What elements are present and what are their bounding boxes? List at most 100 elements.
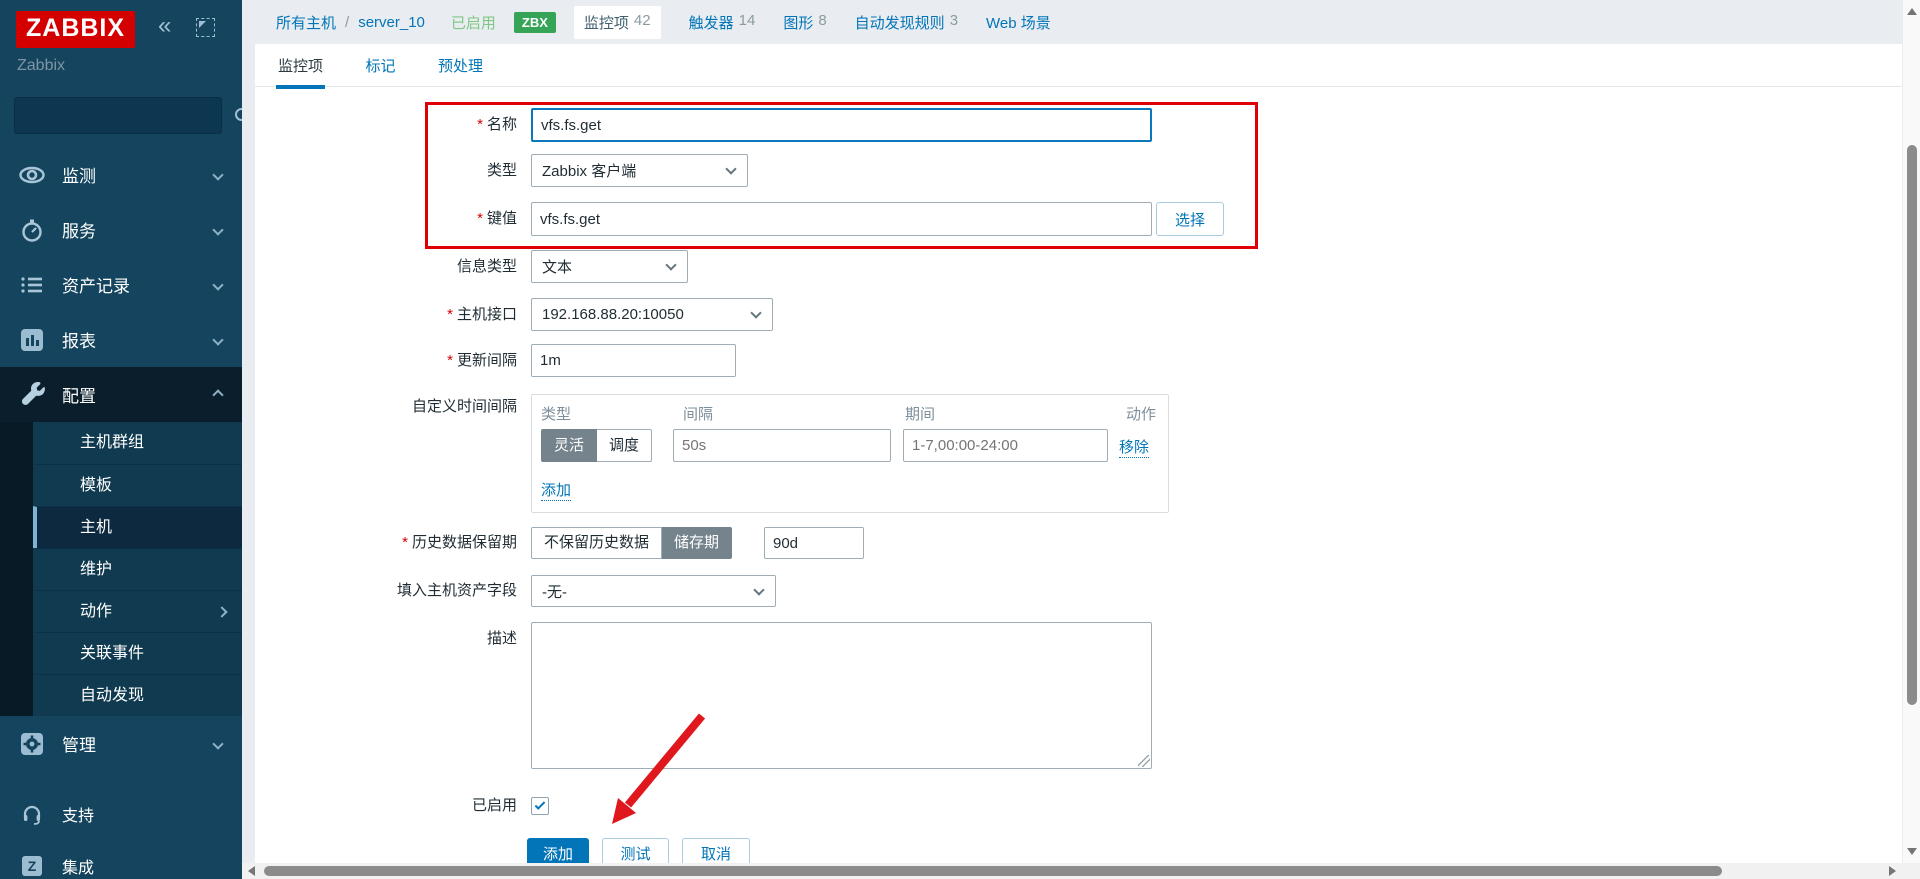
toggle-flexible[interactable]: 灵活 (541, 429, 597, 462)
sidebar-item-support[interactable]: 支持 (0, 788, 242, 840)
sidebar-item-administration[interactable]: 管理 (0, 716, 242, 771)
sidebar-item-actions[interactable]: 动作 (33, 590, 242, 632)
required-asterisk: * (447, 352, 453, 369)
submenu-item-label: 动作 (80, 592, 112, 632)
item-form-panel: 监控项 标记 预处理 *名称 类型 Zabbix 客户端 *键值 选择 信息类型 (255, 44, 1902, 863)
sidebar-item-discovery[interactable]: 自动发现 (33, 674, 242, 716)
chevron-down-icon (212, 224, 223, 235)
sidebar-item-event-correlation[interactable]: 关联事件 (33, 632, 242, 674)
sidebar-search[interactable] (14, 97, 222, 134)
submenu-item-label: 关联事件 (80, 634, 144, 674)
description-textarea[interactable] (531, 622, 1152, 769)
sidebar-item-maintenance[interactable]: 维护 (33, 548, 242, 590)
type-select[interactable]: Zabbix 客户端 (531, 154, 748, 187)
tab-tags[interactable]: 标记 (363, 44, 397, 89)
submenu-item-label: 主机群组 (80, 423, 144, 463)
nav-graphs[interactable]: 图形 8 (783, 12, 826, 33)
sidebar-menu: 监测 服务 资产记录 (0, 147, 242, 771)
tab-strip: 监控项 标记 预处理 (255, 44, 1902, 87)
vertical-scrollbar[interactable] (1902, 0, 1920, 863)
sidebar-item-inventory[interactable]: 资产记录 (0, 257, 242, 312)
test-button[interactable]: 测试 (602, 838, 669, 863)
sidebar-item-label: 集成 (62, 854, 94, 878)
nav-web-scenarios[interactable]: Web 场景 (986, 12, 1051, 33)
fullscreen-icon[interactable] (196, 18, 215, 37)
sidebar-item-label: 监测 (62, 162, 96, 187)
breadcrumb-all-hosts-link[interactable]: 所有主机 (276, 12, 336, 33)
tab-preprocessing[interactable]: 预处理 (436, 44, 485, 89)
chevron-up-icon (212, 389, 223, 400)
nav-label: 图形 (783, 12, 813, 33)
sidebar-item-label: 资产记录 (62, 272, 130, 297)
interval-remove-link[interactable]: 移除 (1119, 436, 1149, 458)
nav-discovery-rules[interactable]: 自动发现规则 3 (855, 12, 958, 33)
sidebar-item-hosts[interactable]: 主机 (33, 506, 242, 548)
inventory-label: 填入主机资产字段 (255, 575, 517, 607)
info-type-select[interactable]: 文本 (531, 250, 688, 283)
scroll-right-arrow-icon[interactable] (1889, 866, 1896, 876)
breadcrumb-host-link[interactable]: server_10 (358, 14, 425, 31)
history-toggle: 不保留历史数据 储存期 (531, 527, 732, 559)
key-label: *键值 (255, 202, 517, 236)
scroll-down-arrow-icon[interactable] (1907, 848, 1917, 855)
description-label: 描述 (255, 622, 517, 655)
interval-delay-input[interactable] (673, 429, 891, 462)
search-input[interactable] (15, 107, 234, 124)
chevron-down-icon (212, 334, 223, 345)
collapse-sidebar-icon[interactable]: « (158, 14, 171, 38)
update-interval-input[interactable] (531, 344, 736, 377)
host-interface-label: *主机接口 (255, 298, 517, 331)
intervals-header-interval: 间隔 (683, 403, 713, 424)
type-label: 类型 (255, 154, 517, 187)
cancel-button[interactable]: 取消 (682, 838, 750, 863)
add-button[interactable]: 添加 (527, 838, 589, 863)
name-input[interactable] (531, 108, 1152, 142)
required-asterisk: * (447, 306, 453, 323)
sidebar-item-monitoring[interactable]: 监测 (0, 147, 242, 202)
submenu-item-label: 自动发现 (80, 676, 144, 716)
scroll-up-arrow-icon[interactable] (1907, 8, 1917, 15)
submenu-item-label: 主机 (80, 508, 112, 548)
intervals-header-type: 类型 (541, 403, 571, 424)
tab-item[interactable]: 监控项 (276, 44, 325, 89)
interval-period-input[interactable] (903, 429, 1108, 462)
sidebar-item-reports[interactable]: 报表 (0, 312, 242, 367)
sidebar-item-host-groups[interactable]: 主机群组 (33, 422, 242, 464)
horizontal-scrollbar-thumb[interactable] (264, 866, 1722, 876)
nav-items-active[interactable]: 监控项 42 (574, 6, 661, 39)
nav-label: 自动发现规则 (855, 12, 945, 33)
sidebar-item-services[interactable]: 服务 (0, 202, 242, 257)
horizontal-scrollbar[interactable] (242, 863, 1902, 879)
update-interval-label: *更新间隔 (255, 344, 517, 377)
chevron-down-icon (212, 738, 223, 749)
scroll-left-arrow-icon[interactable] (248, 866, 255, 876)
chevron-down-icon (212, 279, 223, 290)
sidebar-item-integrations[interactable]: Z 集成 (0, 840, 242, 879)
toggle-no-history[interactable]: 不保留历史数据 (531, 527, 662, 559)
zabbix-logo[interactable]: ZABBIX (16, 11, 135, 48)
key-input[interactable] (531, 202, 1152, 236)
host-interface-select-value: 192.168.88.20:10050 (542, 306, 684, 323)
history-period-input[interactable] (764, 527, 864, 559)
toggle-storage-period[interactable]: 储存期 (662, 527, 732, 559)
sidebar-item-label: 管理 (62, 731, 96, 756)
nav-label: 触发器 (689, 12, 734, 33)
inventory-select[interactable]: -无- (531, 575, 776, 607)
host-status-enabled: 已启用 (451, 12, 496, 33)
scrollbar-corner (1902, 863, 1920, 879)
required-asterisk: * (477, 116, 483, 133)
host-interface-select[interactable]: 192.168.88.20:10050 (531, 298, 773, 331)
sidebar-item-configuration[interactable]: 配置 (0, 367, 242, 422)
chevron-down-icon (750, 307, 761, 318)
interval-add-link[interactable]: 添加 (541, 479, 571, 501)
sidebar-item-templates[interactable]: 模板 (33, 464, 242, 506)
inventory-select-value: -无- (542, 581, 567, 602)
enabled-checkbox[interactable] (531, 797, 549, 815)
vertical-scrollbar-thumb[interactable] (1907, 145, 1917, 705)
required-asterisk: * (402, 534, 408, 551)
nav-triggers[interactable]: 触发器 14 (689, 12, 756, 33)
key-select-button[interactable]: 选择 (1156, 202, 1224, 236)
toggle-scheduling[interactable]: 调度 (597, 429, 652, 462)
info-type-select-value: 文本 (542, 256, 572, 277)
required-asterisk: * (477, 210, 483, 227)
